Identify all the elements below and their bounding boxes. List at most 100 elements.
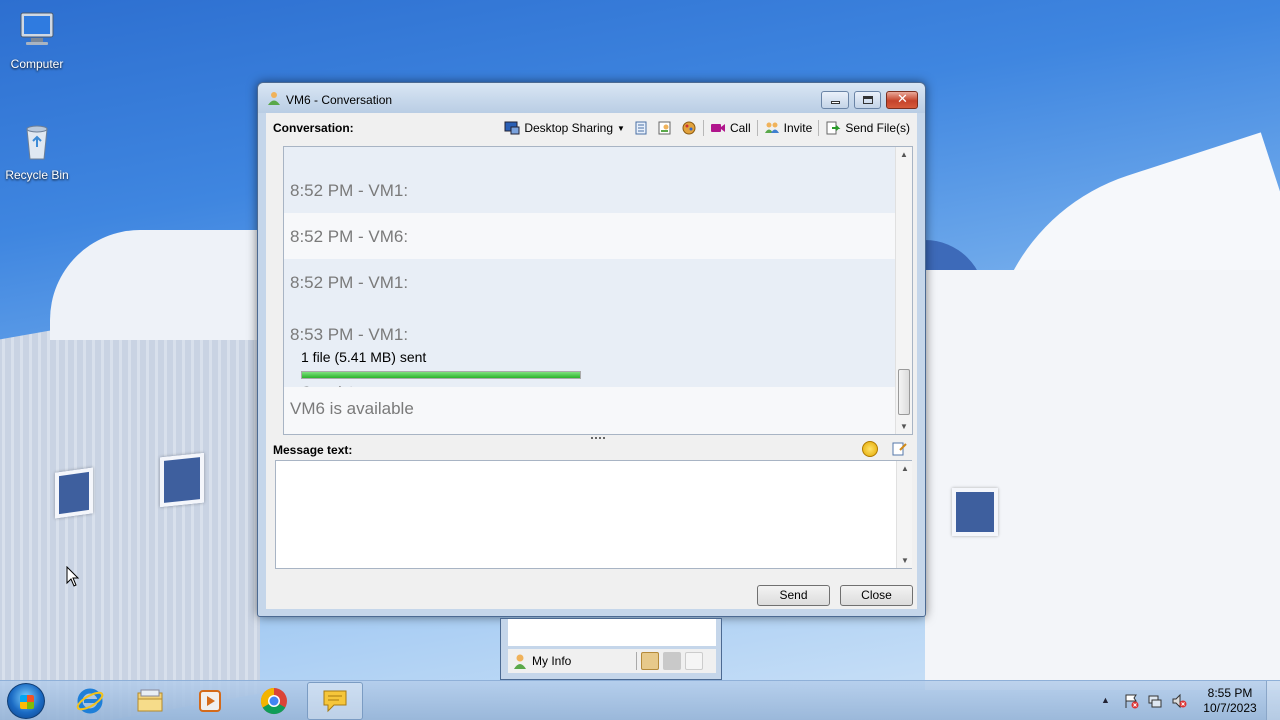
- scroll-up-arrow-icon[interactable]: ▲: [900, 150, 908, 159]
- invite-label: Invite: [783, 121, 813, 135]
- volume-muted-icon[interactable]: [1171, 693, 1187, 709]
- toolbar-divider: [702, 120, 704, 136]
- scroll-down-arrow-icon[interactable]: ▼: [901, 556, 909, 565]
- scroll-down-arrow-icon[interactable]: ▼: [900, 422, 908, 431]
- status-away-icon[interactable]: [663, 652, 681, 670]
- desktop-sharing-button[interactable]: Desktop Sharing ▼: [500, 118, 629, 138]
- message-header: 8:52 PM - VM1:: [290, 273, 409, 292]
- messenger-icon: [323, 690, 347, 713]
- contact-icon: [268, 92, 280, 105]
- maximize-icon: [863, 96, 873, 104]
- message-input[interactable]: [275, 460, 912, 569]
- show-desktop-button[interactable]: [1266, 681, 1280, 720]
- chevron-down-icon: ▼: [617, 123, 625, 133]
- start-button[interactable]: [7, 683, 45, 719]
- contact-icon: [514, 654, 526, 669]
- file-explorer-icon: [137, 689, 163, 712]
- notebook-icon: [635, 121, 647, 135]
- status-available-icon[interactable]: [641, 652, 659, 670]
- network-icon[interactable]: [1147, 693, 1163, 709]
- message-text-label: Message text:: [273, 443, 353, 457]
- chrome-icon: [260, 687, 287, 715]
- wallpaper-window: [55, 467, 93, 519]
- internet-explorer-icon: [76, 688, 104, 714]
- desktop-icon-recycle-bin[interactable]: Recycle Bin: [0, 121, 74, 182]
- format-text-icon[interactable]: [891, 441, 907, 457]
- contact-list-statusbar: My Info: [508, 649, 716, 673]
- action-center-flag-icon[interactable]: [1123, 693, 1139, 709]
- send-button[interactable]: Send: [757, 585, 830, 606]
- close-icon: ✕: [897, 92, 908, 107]
- wallpaper-building-top: [50, 230, 290, 340]
- scroll-up-arrow-icon[interactable]: ▲: [901, 464, 909, 473]
- message-input-scrollbar[interactable]: ▲ ▼: [896, 461, 912, 568]
- window-title: VM6 - Conversation: [286, 93, 393, 107]
- presence-status-entry: VM6 is available: [284, 387, 895, 434]
- window-client-area: Conversation: Desktop Sharing ▼ Call Inv…: [266, 113, 917, 609]
- send-file-icon: [826, 121, 841, 135]
- send-files-button[interactable]: Send File(s): [821, 118, 914, 138]
- wallpaper-building-left: [0, 293, 260, 720]
- desktop-sharing-label: Desktop Sharing: [524, 121, 614, 135]
- message-entry: 8:52 PM - VM1:: [284, 259, 895, 305]
- desktop-icon-computer[interactable]: Computer: [0, 10, 74, 71]
- message-header: 8:52 PM - VM1:: [290, 181, 409, 200]
- taskbar-app-internet-explorer[interactable]: [62, 682, 118, 720]
- my-info-button[interactable]: My Info: [508, 653, 636, 669]
- taskbar-app-media-player[interactable]: [182, 682, 238, 720]
- call-label: Call: [729, 121, 751, 135]
- presence-status-text: VM6 is available: [290, 399, 414, 418]
- recycle-bin-icon: [26, 125, 48, 160]
- title-bar[interactable]: VM6 - Conversation ✕: [258, 83, 925, 113]
- taskbar-app-messenger[interactable]: [307, 682, 363, 720]
- toolbar-divider: [818, 120, 820, 136]
- media-player-icon: [199, 690, 221, 712]
- invite-people-icon: [764, 122, 779, 133]
- conversation-transcript[interactable]: 8:52 PM - VM1: 8:52 PM - VM6: 8:52 PM - …: [283, 146, 913, 435]
- wallpaper-building-right: [925, 270, 1280, 690]
- conversation-toolbar: Desktop Sharing ▼ Call Invite Send File(…: [500, 117, 914, 139]
- games-icon: [682, 121, 696, 135]
- desktop-sharing-icon: [504, 121, 520, 135]
- desktop-icon-label: Computer: [10, 57, 64, 71]
- show-hidden-icons-button[interactable]: ▲: [1101, 695, 1110, 705]
- windows-logo-icon: [20, 695, 34, 709]
- clock-date: 10/7/2023: [1203, 701, 1257, 715]
- contact-card-button[interactable]: [653, 118, 677, 138]
- status-offline-icon[interactable]: [685, 652, 703, 670]
- taskbar-app-file-explorer[interactable]: [122, 682, 178, 720]
- transcript-scrollbar[interactable]: ▲ ▼: [895, 147, 912, 434]
- computer-icon: [20, 12, 54, 45]
- message-header: 8:52 PM - VM6:: [290, 227, 409, 246]
- desktop-icon-label: Recycle Bin: [5, 168, 69, 182]
- contact-card-icon: [658, 121, 671, 135]
- emoticon-button[interactable]: [862, 441, 878, 457]
- games-button[interactable]: [677, 118, 701, 138]
- maximize-button[interactable]: [854, 91, 881, 109]
- taskbar-app-chrome[interactable]: [246, 682, 302, 720]
- invite-button[interactable]: Invite: [760, 118, 817, 138]
- mouse-cursor-icon: [66, 566, 80, 587]
- pane-splitter-handle[interactable]: [591, 437, 605, 441]
- video-camera-icon: [710, 124, 725, 132]
- close-button[interactable]: Close: [840, 585, 913, 606]
- window-close-button[interactable]: ✕: [886, 91, 918, 109]
- file-transfer-text[interactable]: 1 file (5.41 MB) sent: [301, 349, 426, 365]
- file-transfer-progress-bar: [301, 371, 581, 379]
- clock-time: 8:55 PM: [1207, 686, 1253, 700]
- system-clock[interactable]: 8:55 PM 10/7/2023: [1195, 686, 1265, 716]
- statusbar-divider: [636, 652, 637, 670]
- toolbar-divider: [756, 120, 758, 136]
- progress-fill: [302, 372, 580, 378]
- call-button[interactable]: Call: [706, 118, 755, 138]
- minimize-button[interactable]: [821, 91, 849, 109]
- minimize-icon: [831, 101, 840, 104]
- contact-list-area: [508, 619, 716, 646]
- message-header: 8:53 PM - VM1:: [290, 325, 409, 344]
- notebook-button[interactable]: [629, 118, 653, 138]
- message-entry: 8:52 PM - VM6:: [284, 213, 895, 259]
- scrollbar-thumb[interactable]: [898, 369, 910, 415]
- message-entry: 8:52 PM - VM1:: [284, 147, 895, 213]
- taskbar: ▲ 8:55 PM 10/7/2023: [0, 680, 1280, 720]
- conversation-label: Conversation:: [273, 121, 354, 135]
